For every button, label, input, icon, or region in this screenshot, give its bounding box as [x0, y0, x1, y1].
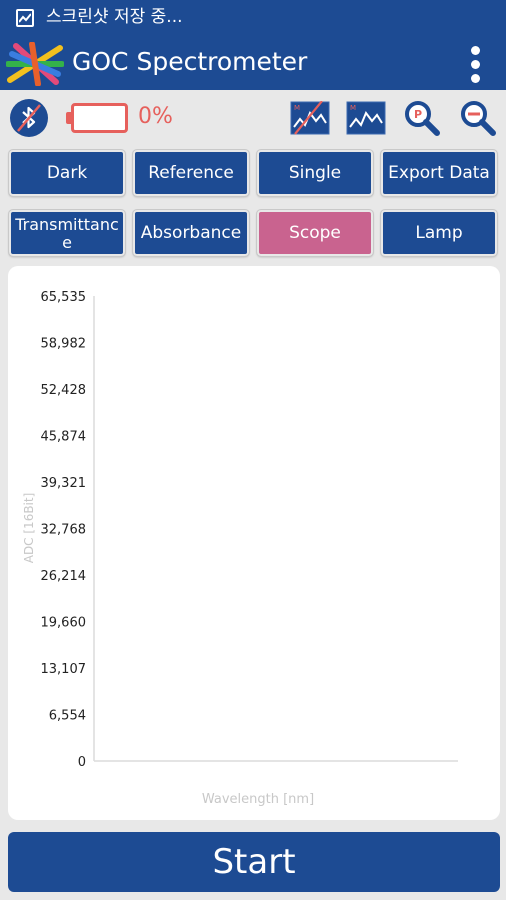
- app-logo-icon: [5, 41, 65, 87]
- zoom-in-icon[interactable]: P: [402, 99, 442, 139]
- y-tick-label: 13,107: [41, 662, 87, 677]
- y-tick-label: 32,768: [41, 523, 87, 538]
- export-data-button[interactable]: Export Data: [380, 149, 498, 197]
- spectrum-chart[interactable]: 65,535 58,982 52,428 45,874 39,321 32,768 26,2…: [8, 266, 500, 820]
- y-tick-label: 58,982: [41, 337, 87, 352]
- y-tick-label: 39,321: [41, 476, 87, 491]
- svg-text:P: P: [414, 108, 422, 121]
- status-bar: 스크린샷 저장 중...: [0, 0, 506, 36]
- y-axis-label: ADC [16Bit]: [22, 493, 36, 564]
- y-tick-label: 52,428: [41, 383, 87, 398]
- app-bar: GOC Spectrometer: [0, 36, 506, 90]
- spectrum-disabled-icon[interactable]: M: [290, 100, 330, 135]
- battery-icon: [66, 103, 128, 133]
- svg-text:M: M: [350, 104, 356, 112]
- overflow-menu-icon[interactable]: [464, 44, 488, 84]
- tool-row: 0% M M P: [0, 90, 506, 146]
- svg-text:M: M: [294, 104, 300, 112]
- reference-button[interactable]: Reference: [132, 149, 250, 197]
- lamp-button[interactable]: Lamp: [380, 209, 498, 257]
- scope-button[interactable]: Scope: [256, 209, 374, 257]
- screenshot-icon: [16, 9, 34, 27]
- start-button[interactable]: Start: [8, 832, 500, 892]
- chart-svg: 65,535 58,982 52,428 45,874 39,321 32,768 26,2…: [22, 290, 458, 807]
- zoom-out-icon[interactable]: [458, 99, 498, 139]
- y-tick-label: 65,535: [41, 290, 87, 305]
- y-tick-labels: 65,535 58,982 52,428 45,874 39,321 32,768 26,2…: [41, 290, 87, 770]
- transmittance-button[interactable]: Transmittance: [8, 209, 126, 257]
- status-text: 스크린샷 저장 중...: [46, 7, 183, 27]
- x-axis-label: Wavelength [nm]: [202, 792, 314, 807]
- dark-button[interactable]: Dark: [8, 149, 126, 197]
- y-tick-label: 19,660: [41, 616, 87, 631]
- bluetooth-icon[interactable]: [10, 99, 48, 137]
- y-tick-label: 26,214: [41, 569, 87, 584]
- absorbance-button[interactable]: Absorbance: [132, 209, 250, 257]
- y-tick-label: 45,874: [41, 430, 87, 445]
- app-title: GOC Spectrometer: [72, 47, 308, 76]
- spectrum-icon[interactable]: M: [346, 101, 386, 135]
- y-tick-label: 6,554: [49, 709, 86, 724]
- single-button[interactable]: Single: [256, 149, 374, 197]
- y-tick-label: 0: [78, 755, 86, 770]
- battery-percent: 0%: [138, 104, 173, 129]
